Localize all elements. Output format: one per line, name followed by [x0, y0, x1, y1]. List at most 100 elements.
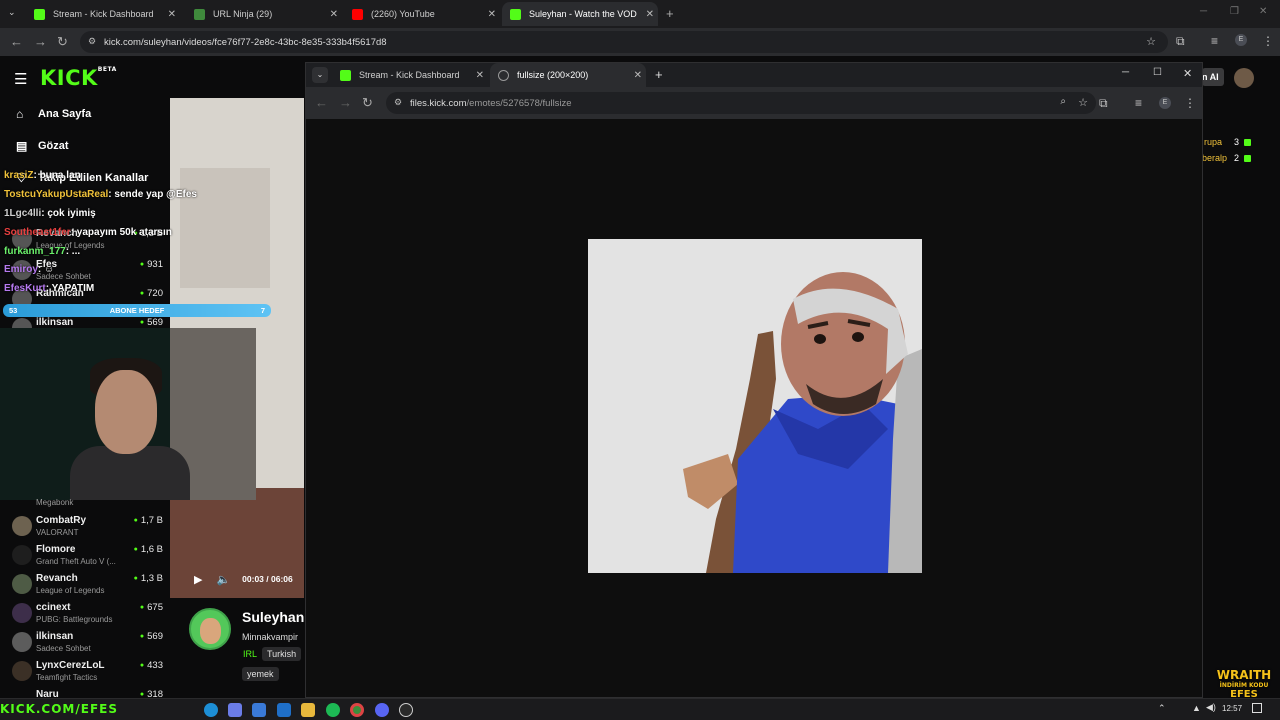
system-clock[interactable]: 12:57	[1222, 704, 1242, 713]
chat-user: TostcuYakupUstaReal	[4, 189, 109, 200]
channel-item-revanch[interactable]: Revanch League of Legends 1,3 B	[10, 571, 165, 599]
menu-kebab-icon[interactable]: ⋮	[1184, 96, 1196, 110]
media-icon[interactable]: ≡	[1211, 34, 1218, 48]
maximize-icon[interactable]: ☐	[1153, 67, 1162, 78]
video-scene	[180, 168, 270, 288]
wifi-icon[interactable]: ▲	[1192, 703, 1201, 713]
bookmark-star-icon[interactable]: ☆	[1146, 35, 1156, 48]
site-info-icon[interactable]: ⚙	[394, 97, 402, 108]
sub-goal-label: ABONE HEDEF	[109, 306, 165, 315]
channel-category: Sadece Sohbet	[36, 644, 91, 653]
channel-item-flomore[interactable]: Flomore Grand Theft Auto V (... 1,6 B	[10, 542, 165, 570]
tab-url-ninja[interactable]: URL Ninja (29) ✕	[186, 2, 342, 26]
avatar	[12, 632, 32, 652]
new-tab-button[interactable]: +	[655, 67, 663, 82]
file-explorer-icon[interactable]	[301, 703, 315, 717]
close-icon[interactable]: ✕	[168, 9, 176, 20]
new-tab-button[interactable]: +	[666, 6, 674, 21]
tab-list-icon[interactable]: ⌄	[312, 67, 328, 83]
close-window-icon[interactable]: ✕	[1183, 67, 1192, 80]
minimize-icon[interactable]: ─	[1200, 6, 1207, 17]
extensions-icon[interactable]: ⧉	[1176, 34, 1185, 49]
outlook-icon[interactable]	[277, 703, 291, 717]
user-avatar[interactable]	[1234, 68, 1254, 88]
language-tag[interactable]: Turkish	[262, 647, 302, 661]
close-icon[interactable]: ✕	[634, 70, 642, 81]
popup-tab-fullsize[interactable]: fullsize (200×200) ✕	[490, 63, 646, 87]
streamer-avatar[interactable]	[189, 608, 231, 650]
channel-name: ilkinsan	[36, 317, 74, 328]
nav-home[interactable]: ⌂ Ana Sayfa	[16, 107, 91, 121]
copilot-icon[interactable]	[228, 703, 242, 717]
kick-logo[interactable]: KICKBETA	[40, 66, 117, 90]
channel-item-combatry[interactable]: CombatRy VALORANT 1,7 B	[10, 513, 165, 541]
address-bar[interactable]: ⚙ kick.com/suleyhan/videos/fce76f77-2e8c…	[80, 31, 1168, 53]
notification-icon[interactable]	[1252, 703, 1262, 713]
popup-browser-window: ⌄ Stream - Kick Dashboard ✕ fullsize (20…	[305, 62, 1203, 698]
edge-icon[interactable]	[204, 703, 218, 717]
nav-browse[interactable]: ▤ Gözat	[16, 139, 69, 153]
avatar-face	[200, 618, 221, 644]
tray-chevron-icon[interactable]: ⌃	[1158, 703, 1166, 714]
back-icon[interactable]: ←	[315, 95, 328, 110]
back-icon[interactable]: ←	[10, 34, 23, 49]
tab-suleyhan-vod[interactable]: Suleyhan - Watch the VOD on Kick ✕	[502, 2, 658, 26]
popup-address-bar[interactable]: ⚙ files.kick.com/emotes/5276578/fullsize…	[386, 92, 1096, 114]
profile-avatar[interactable]: E	[1235, 34, 1247, 46]
discord-icon[interactable]	[375, 703, 389, 717]
kick-favicon-icon	[340, 69, 351, 81]
popup-toolbar: ← → ↻ ⚙ files.kick.com/emotes/5276578/fu…	[306, 87, 1202, 119]
chat-user: EfesKurt	[4, 283, 46, 294]
obs-icon[interactable]	[399, 703, 413, 717]
forward-icon[interactable]: →	[339, 95, 352, 110]
profile-avatar[interactable]: E	[1159, 97, 1171, 109]
viewer-count: 569	[140, 317, 163, 328]
close-icon[interactable]: ✕	[488, 9, 496, 20]
chat-text: : buna lan	[33, 170, 81, 181]
volume-icon[interactable]: ◀)	[1206, 702, 1216, 713]
maximize-icon[interactable]: ❐	[1230, 6, 1239, 17]
close-icon[interactable]: ✕	[476, 70, 484, 81]
streamer-name[interactable]: Suleyhan	[242, 609, 304, 625]
tab-kick-dashboard[interactable]: Stream - Kick Dashboard ✕	[26, 2, 180, 26]
chat-user: Emiroy	[4, 264, 38, 275]
emote-image[interactable]	[588, 239, 922, 573]
channel-item-ccinext[interactable]: ccinext PUBG: Battlegrounds 675	[10, 600, 165, 628]
close-icon[interactable]: ✕	[330, 9, 338, 20]
reload-icon[interactable]: ↻	[57, 34, 68, 50]
reload-icon[interactable]: ↻	[362, 95, 373, 111]
media-icon[interactable]: ≡	[1135, 96, 1142, 110]
channel-item-megabonk[interactable]: Megabonk	[10, 490, 165, 510]
chat-user: krasiZ	[4, 170, 34, 181]
bookmark-star-icon[interactable]: ☆	[1078, 96, 1088, 109]
forward-icon[interactable]: →	[34, 34, 47, 49]
hamburger-menu-icon[interactable]: ☰	[14, 70, 27, 88]
popup-tab-kick-dashboard[interactable]: Stream - Kick Dashboard ✕	[332, 63, 488, 87]
nav-label: Gözat	[38, 140, 69, 152]
channel-item-lynxcerezlol[interactable]: LynxCerezLoL Teamfight Tactics 433	[10, 658, 165, 686]
tag-yemek[interactable]: yemek	[242, 667, 279, 681]
avatar	[12, 516, 32, 536]
site-info-icon[interactable]: ⚙	[88, 36, 96, 47]
channel-item-naru[interactable]: Naru 318	[10, 687, 165, 700]
minimize-icon[interactable]: ─	[1122, 67, 1129, 78]
channel-item-ilkinsan[interactable]: ilkinsan Sadece Sohbet 569	[10, 629, 165, 657]
channel-category: PUBG: Battlegrounds	[36, 615, 113, 624]
sponsor-logo: WRAITH İNDİRİM KODU EFES	[1212, 668, 1276, 700]
play-icon[interactable]: ▶	[194, 573, 202, 586]
category-tag-irl[interactable]: IRL	[238, 647, 262, 661]
chrome-icon[interactable]	[350, 703, 364, 717]
menu-kebab-icon[interactable]: ⋮	[1262, 34, 1274, 48]
ai-button[interactable]: n AI	[1202, 68, 1224, 86]
volume-icon[interactable]: 🔈	[216, 573, 230, 586]
close-window-icon[interactable]: ✕	[1259, 6, 1267, 17]
tab-youtube[interactable]: (2260) YouTube ✕	[344, 2, 500, 26]
spotify-icon[interactable]	[326, 703, 340, 717]
chat-text: : ...	[65, 246, 81, 257]
store-icon[interactable]	[252, 703, 266, 717]
close-icon[interactable]: ✕	[646, 9, 654, 20]
extensions-icon[interactable]: ⧉	[1099, 96, 1108, 111]
zoom-icon[interactable]: ⌕	[1060, 96, 1066, 107]
tab-search-icon[interactable]: ⌄	[8, 7, 16, 18]
avatar	[12, 545, 32, 565]
